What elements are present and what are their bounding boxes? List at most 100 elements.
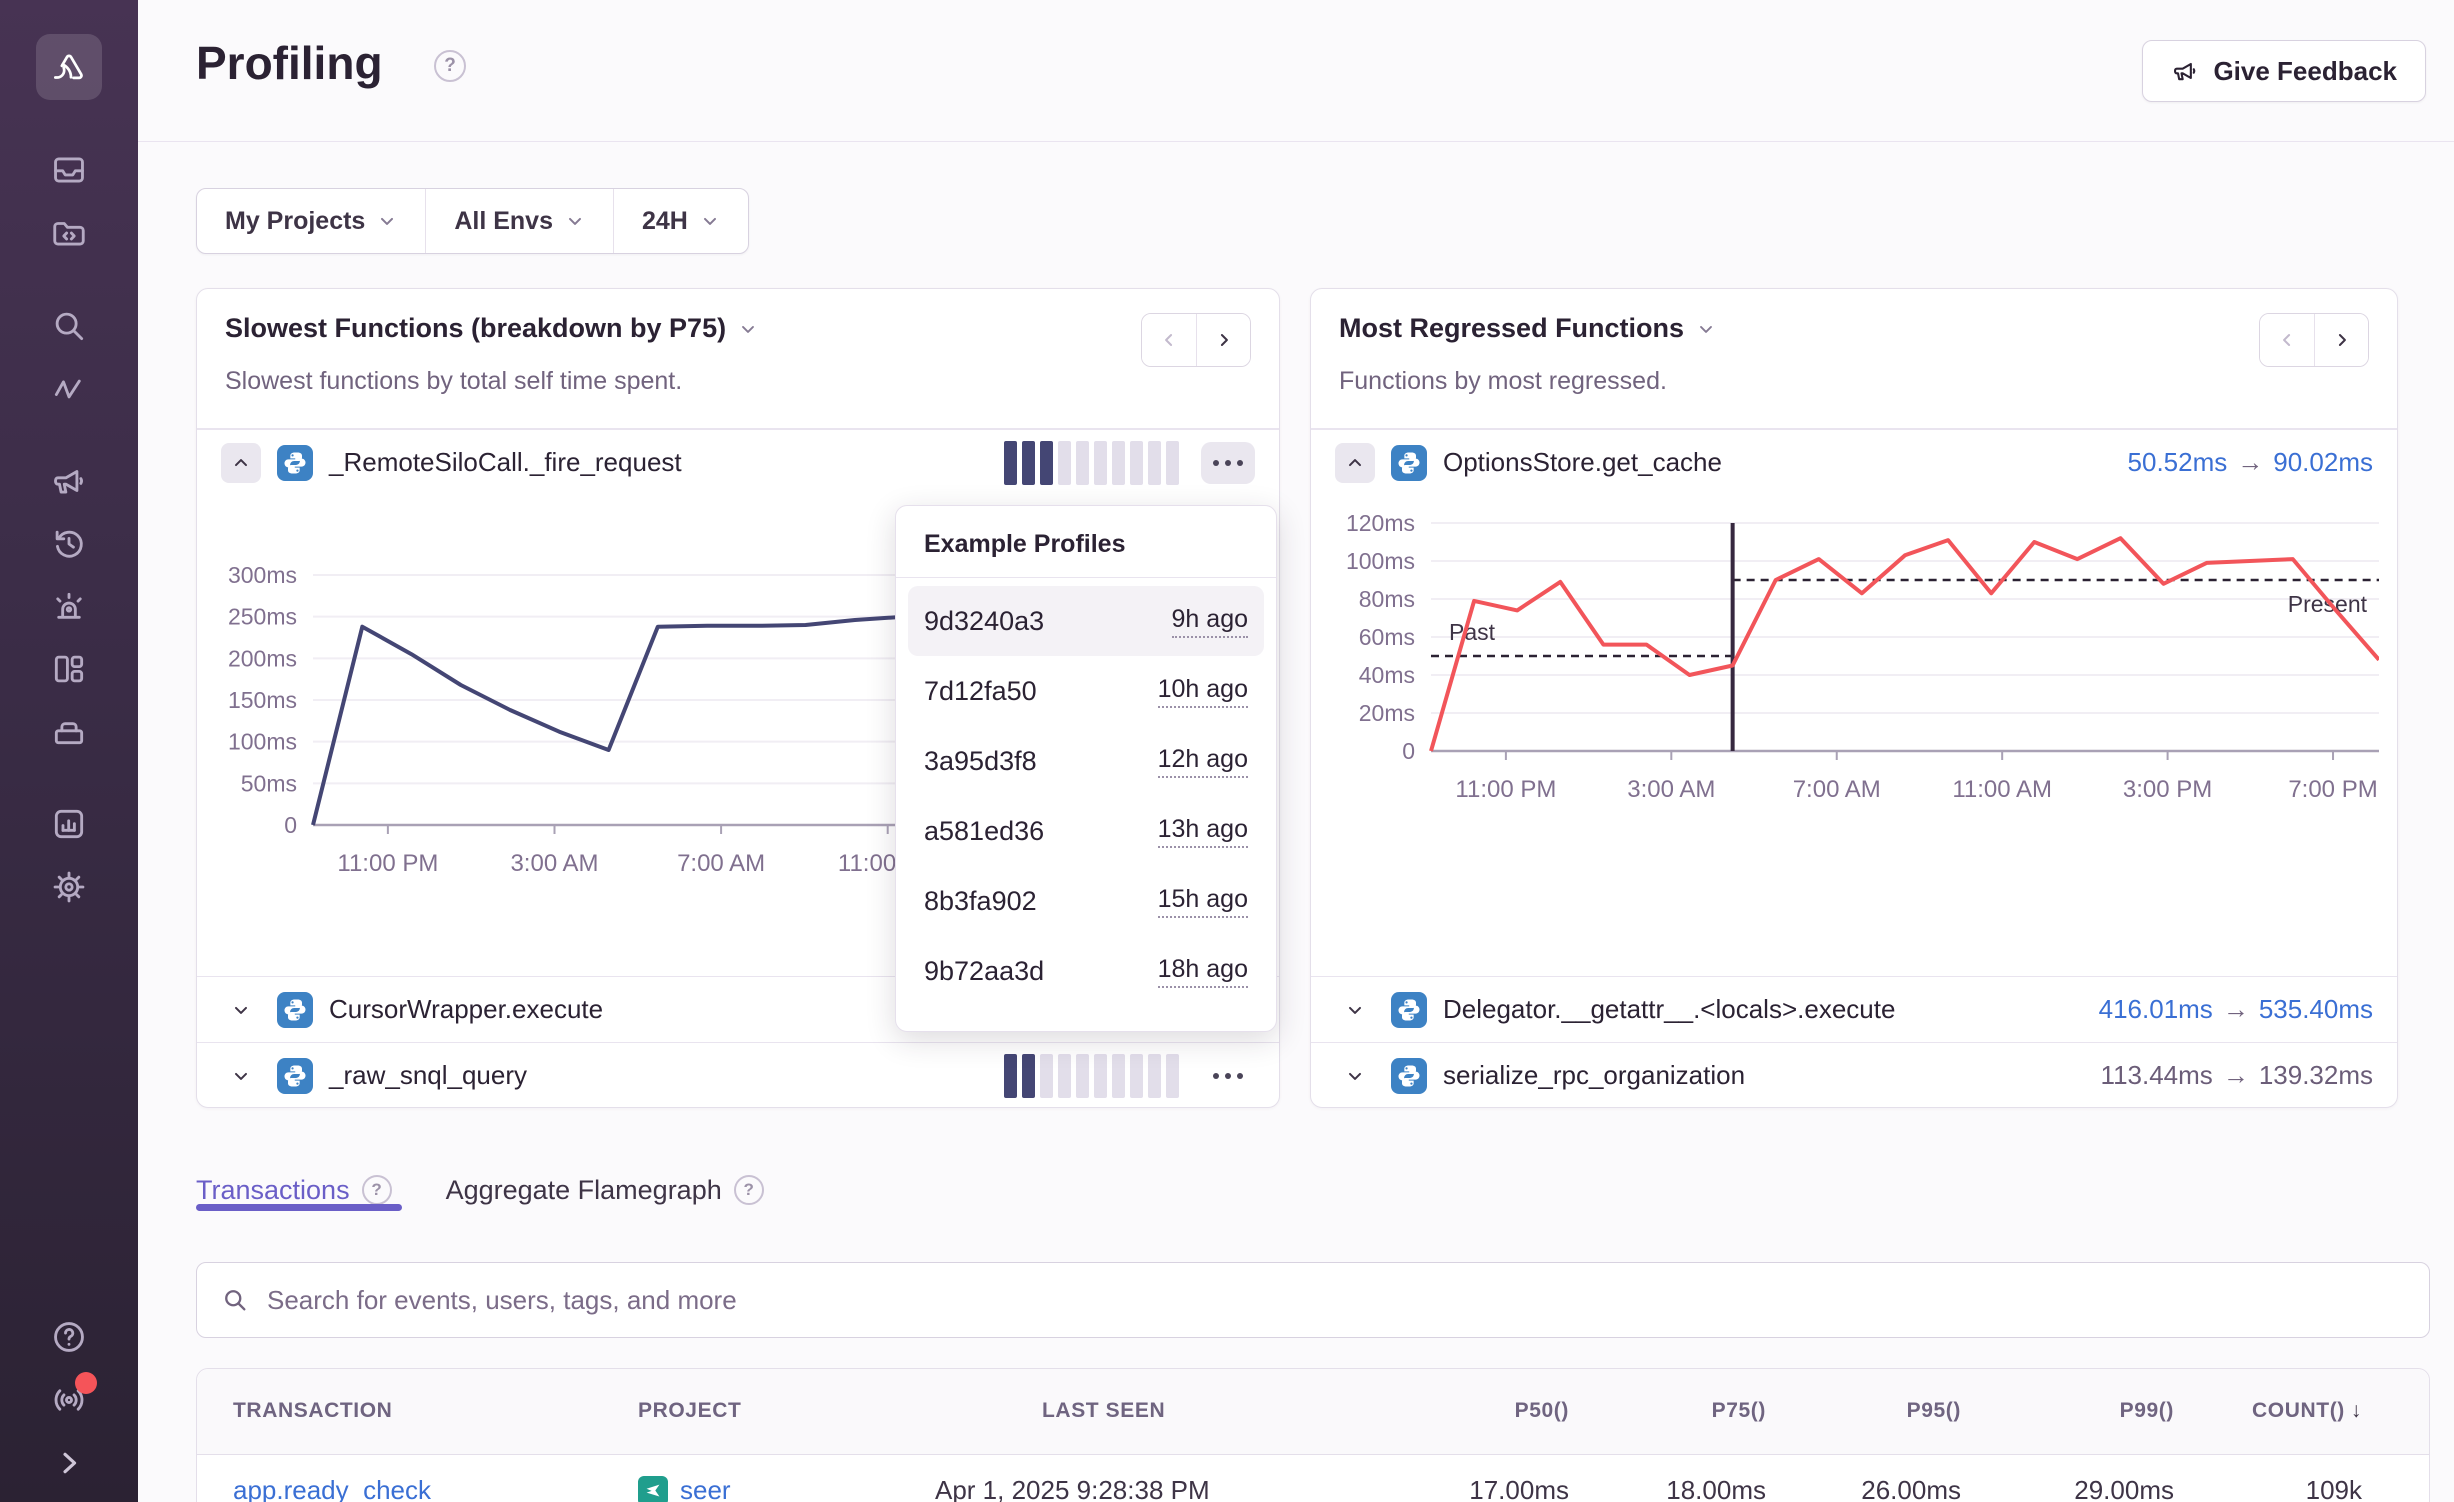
row-overflow-menu-button[interactable] <box>1201 442 1255 484</box>
aggregate-flamegraph-help-icon[interactable]: ? <box>734 1175 764 1205</box>
column-p99[interactable]: P99() <box>2120 1399 2174 1423</box>
function-name[interactable]: Delegator.__getattr__.<locals>.execute <box>1443 994 1895 1025</box>
profile-id-link[interactable]: 7d12fa50 <box>924 676 1037 707</box>
column-project[interactable]: PROJECT <box>638 1399 741 1423</box>
sidebar-item-broadcasts[interactable] <box>48 1379 90 1421</box>
page-title-help-icon[interactable]: ? <box>434 50 466 82</box>
sidebar-item-settings[interactable] <box>48 866 90 908</box>
svg-text:3:00 AM: 3:00 AM <box>510 850 598 877</box>
next-page-button[interactable] <box>2314 314 2368 366</box>
function-name[interactable]: _RemoteSiloCall._fire_request <box>329 447 682 478</box>
tab-transactions[interactable]: Transactions ? <box>196 1175 392 1206</box>
column-p75[interactable]: P75() <box>1712 1399 1766 1423</box>
transactions-help-icon[interactable]: ? <box>362 1175 392 1205</box>
before-duration[interactable]: 416.01ms <box>2099 994 2213 1024</box>
sidebar-item-performance[interactable] <box>48 368 90 410</box>
row-overflow-menu-button[interactable] <box>1201 1055 1255 1097</box>
profile-timestamp[interactable]: 12h ago <box>1158 745 1248 778</box>
function-name[interactable]: OptionsStore.get_cache <box>1443 447 1722 478</box>
profile-id-link[interactable]: 9d3240a3 <box>924 606 1044 637</box>
column-count[interactable]: COUNT()↓ <box>2252 1399 2362 1423</box>
chevron-down-icon <box>738 319 758 339</box>
date-range-filter[interactable]: 24H <box>613 189 748 253</box>
svg-text:7:00 AM: 7:00 AM <box>1793 776 1881 803</box>
environment-filter-label: All Envs <box>454 207 553 236</box>
previous-page-button[interactable] <box>2260 314 2314 366</box>
sidebar-item-releases[interactable] <box>48 709 90 751</box>
sidebar-item-help[interactable] <box>48 1316 90 1358</box>
expand-row-button[interactable] <box>1335 990 1375 1030</box>
profile-timestamp[interactable]: 10h ago <box>1158 675 1248 708</box>
project-cell[interactable]: seer <box>638 1475 731 1502</box>
most-regressed-subtitle: Functions by most regressed. <box>1339 367 1667 396</box>
next-page-button[interactable] <box>1196 314 1250 366</box>
project-filter[interactable]: My Projects <box>197 189 425 253</box>
most-regressed-title[interactable]: Most Regressed Functions <box>1339 313 1716 344</box>
sidebar-collapse-button[interactable] <box>48 1442 90 1484</box>
column-last-seen[interactable]: LAST SEEN <box>1042 1399 1165 1423</box>
previous-page-button[interactable] <box>1142 314 1196 366</box>
column-p95[interactable]: P95() <box>1907 1399 1961 1423</box>
collapse-row-button[interactable] <box>1335 443 1375 483</box>
slowest-functions-title-label: Slowest Functions (breakdown by P75) <box>225 313 726 344</box>
profile-timestamp[interactable]: 9h ago <box>1172 605 1248 638</box>
tab-aggregate-flamegraph[interactable]: Aggregate Flamegraph ? <box>446 1175 764 1206</box>
collapse-row-button[interactable] <box>221 443 261 483</box>
slowest-functions-subtitle: Slowest functions by total self time spe… <box>225 367 682 396</box>
profile-list-item[interactable]: 8b3fa902 15h ago <box>908 866 1264 936</box>
before-duration[interactable]: 113.44ms <box>2101 1060 2213 1090</box>
after-duration[interactable]: 139.32ms <box>2259 1060 2373 1090</box>
profile-list-item[interactable]: 9b72aa3d 18h ago <box>908 936 1264 1006</box>
profile-list-item[interactable]: 9d3240a3 9h ago <box>908 586 1264 656</box>
function-name[interactable]: _raw_snql_query <box>329 1060 527 1091</box>
sidebar-item-stats[interactable] <box>48 803 90 845</box>
profile-id-link[interactable]: 9b72aa3d <box>924 956 1044 987</box>
search-bar <box>196 1262 2430 1338</box>
tab-aggregate-flamegraph-label: Aggregate Flamegraph <box>446 1175 722 1206</box>
column-p50[interactable]: P50() <box>1515 1399 1569 1423</box>
tab-transactions-label: Transactions <box>196 1175 350 1206</box>
slowest-functions-title[interactable]: Slowest Functions (breakdown by P75) <box>225 313 758 344</box>
profile-list-item[interactable]: 3a95d3f8 12h ago <box>908 726 1264 796</box>
profile-timestamp[interactable]: 13h ago <box>1158 815 1248 848</box>
profile-list-item[interactable]: 7d12fa50 10h ago <box>908 656 1264 726</box>
arrow-right-icon: → <box>2213 1060 2259 1090</box>
transaction-link[interactable]: app.ready_check <box>233 1475 431 1502</box>
chevron-left-icon <box>1159 330 1179 350</box>
before-duration[interactable]: 50.52ms <box>2128 447 2228 477</box>
function-name[interactable]: serialize_rpc_organization <box>1443 1060 1745 1091</box>
expand-row-button[interactable] <box>221 1056 261 1096</box>
function-name[interactable]: CursorWrapper.execute <box>329 994 603 1025</box>
after-duration[interactable]: 535.40ms <box>2259 994 2373 1024</box>
environment-filter[interactable]: All Envs <box>425 189 613 253</box>
svg-text:7:00 AM: 7:00 AM <box>677 850 765 877</box>
svg-text:60ms: 60ms <box>1359 624 1415 650</box>
table-row[interactable]: app.ready_check seer Apr 1, 2025 9:28:38… <box>197 1455 2429 1502</box>
profile-id-link[interactable]: a581ed36 <box>924 816 1044 847</box>
after-duration[interactable]: 90.02ms <box>2273 447 2373 477</box>
sidebar-item-projects[interactable] <box>48 212 90 254</box>
column-transaction[interactable]: TRANSACTION <box>233 1399 392 1423</box>
give-feedback-button[interactable]: Give Feedback <box>2142 40 2426 102</box>
svg-text:7:00 PM: 7:00 PM <box>2288 776 2377 803</box>
sentry-logo[interactable] <box>36 34 102 100</box>
transactions-table: TRANSACTION PROJECT LAST SEEN P50() P75(… <box>196 1368 2430 1502</box>
python-glyph <box>1395 449 1423 477</box>
sidebar-item-explore[interactable] <box>48 305 90 347</box>
sidebar-item-whats-new[interactable] <box>48 460 90 502</box>
profile-id-link[interactable]: 3a95d3f8 <box>924 746 1037 777</box>
python-platform-icon <box>1391 445 1427 481</box>
sidebar-item-replays[interactable] <box>48 523 90 565</box>
expand-row-button[interactable] <box>1335 1056 1375 1096</box>
chevron-down-icon <box>1696 319 1716 339</box>
sidebar-item-alerts[interactable] <box>48 586 90 628</box>
inbox-icon <box>50 151 88 189</box>
expand-row-button[interactable] <box>221 990 261 1030</box>
profile-id-link[interactable]: 8b3fa902 <box>924 886 1037 917</box>
profile-list-item[interactable]: a581ed36 13h ago <box>908 796 1264 866</box>
search-input[interactable] <box>265 1284 2405 1317</box>
profile-timestamp[interactable]: 18h ago <box>1158 955 1248 988</box>
sidebar-item-dashboards[interactable] <box>48 648 90 690</box>
profile-timestamp[interactable]: 15h ago <box>1158 885 1248 918</box>
sidebar-item-issues[interactable] <box>48 149 90 191</box>
